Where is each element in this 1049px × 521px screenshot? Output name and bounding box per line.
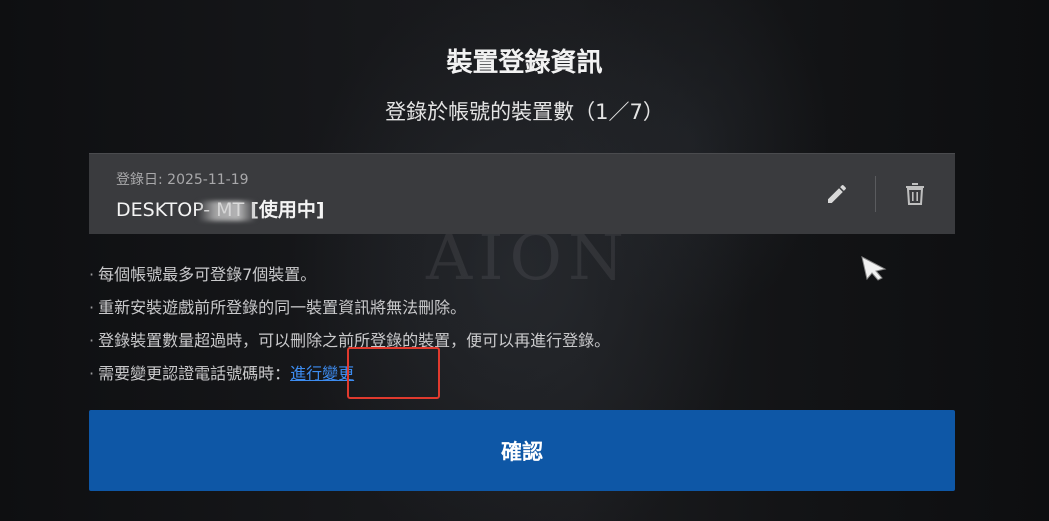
device-name-row: DESKTOP- MT [使用中]	[116, 195, 325, 222]
delete-device-button[interactable]	[897, 176, 933, 212]
device-registration-date: 登錄日: 2025-11-19	[116, 172, 249, 188]
notice-list: · 每個帳號最多可登錄7個裝置。 · 重新安裝遊戲前所登錄的同一裝置資訊將無法刪除。…	[89, 260, 955, 392]
notice-item: · 每個帳號最多可登錄7個裝置。	[89, 265, 317, 284]
mouse-cursor-icon	[861, 256, 887, 281]
device-card: 登錄日: 2025-11-19 DESKTOP- MT [使用中]	[89, 153, 955, 234]
action-divider	[875, 176, 876, 212]
screen: AION 裝置登錄資訊 登錄於帳號的裝置數（1／7） 登錄日: 2025-11-…	[0, 0, 1049, 521]
privacy-blur	[198, 201, 256, 221]
dialog-title: 裝置登錄資訊	[446, 48, 603, 78]
notice-item: · 重新安裝遊戲前所登錄的同一裝置資訊將無法刪除。	[89, 298, 467, 317]
notice-item: · 登錄裝置數量超過時，可以刪除之前所登錄的裝置，便可以再進行登錄。	[89, 331, 611, 350]
pencil-icon	[828, 184, 846, 203]
device-status-badge: [使用中]	[250, 199, 325, 221]
device-name-masked: DESKTOP- MT	[116, 199, 256, 221]
trash-icon	[906, 183, 924, 205]
confirm-button[interactable]: 確認	[89, 410, 955, 491]
notice-item-phone-change: · 需要變更認證電話號碼時：進行變更	[89, 364, 355, 383]
edit-device-button[interactable]	[819, 176, 855, 212]
device-count-subtitle: 登錄於帳號的裝置數（1／7）	[385, 100, 664, 124]
change-phone-link[interactable]: 進行變更	[290, 364, 354, 383]
